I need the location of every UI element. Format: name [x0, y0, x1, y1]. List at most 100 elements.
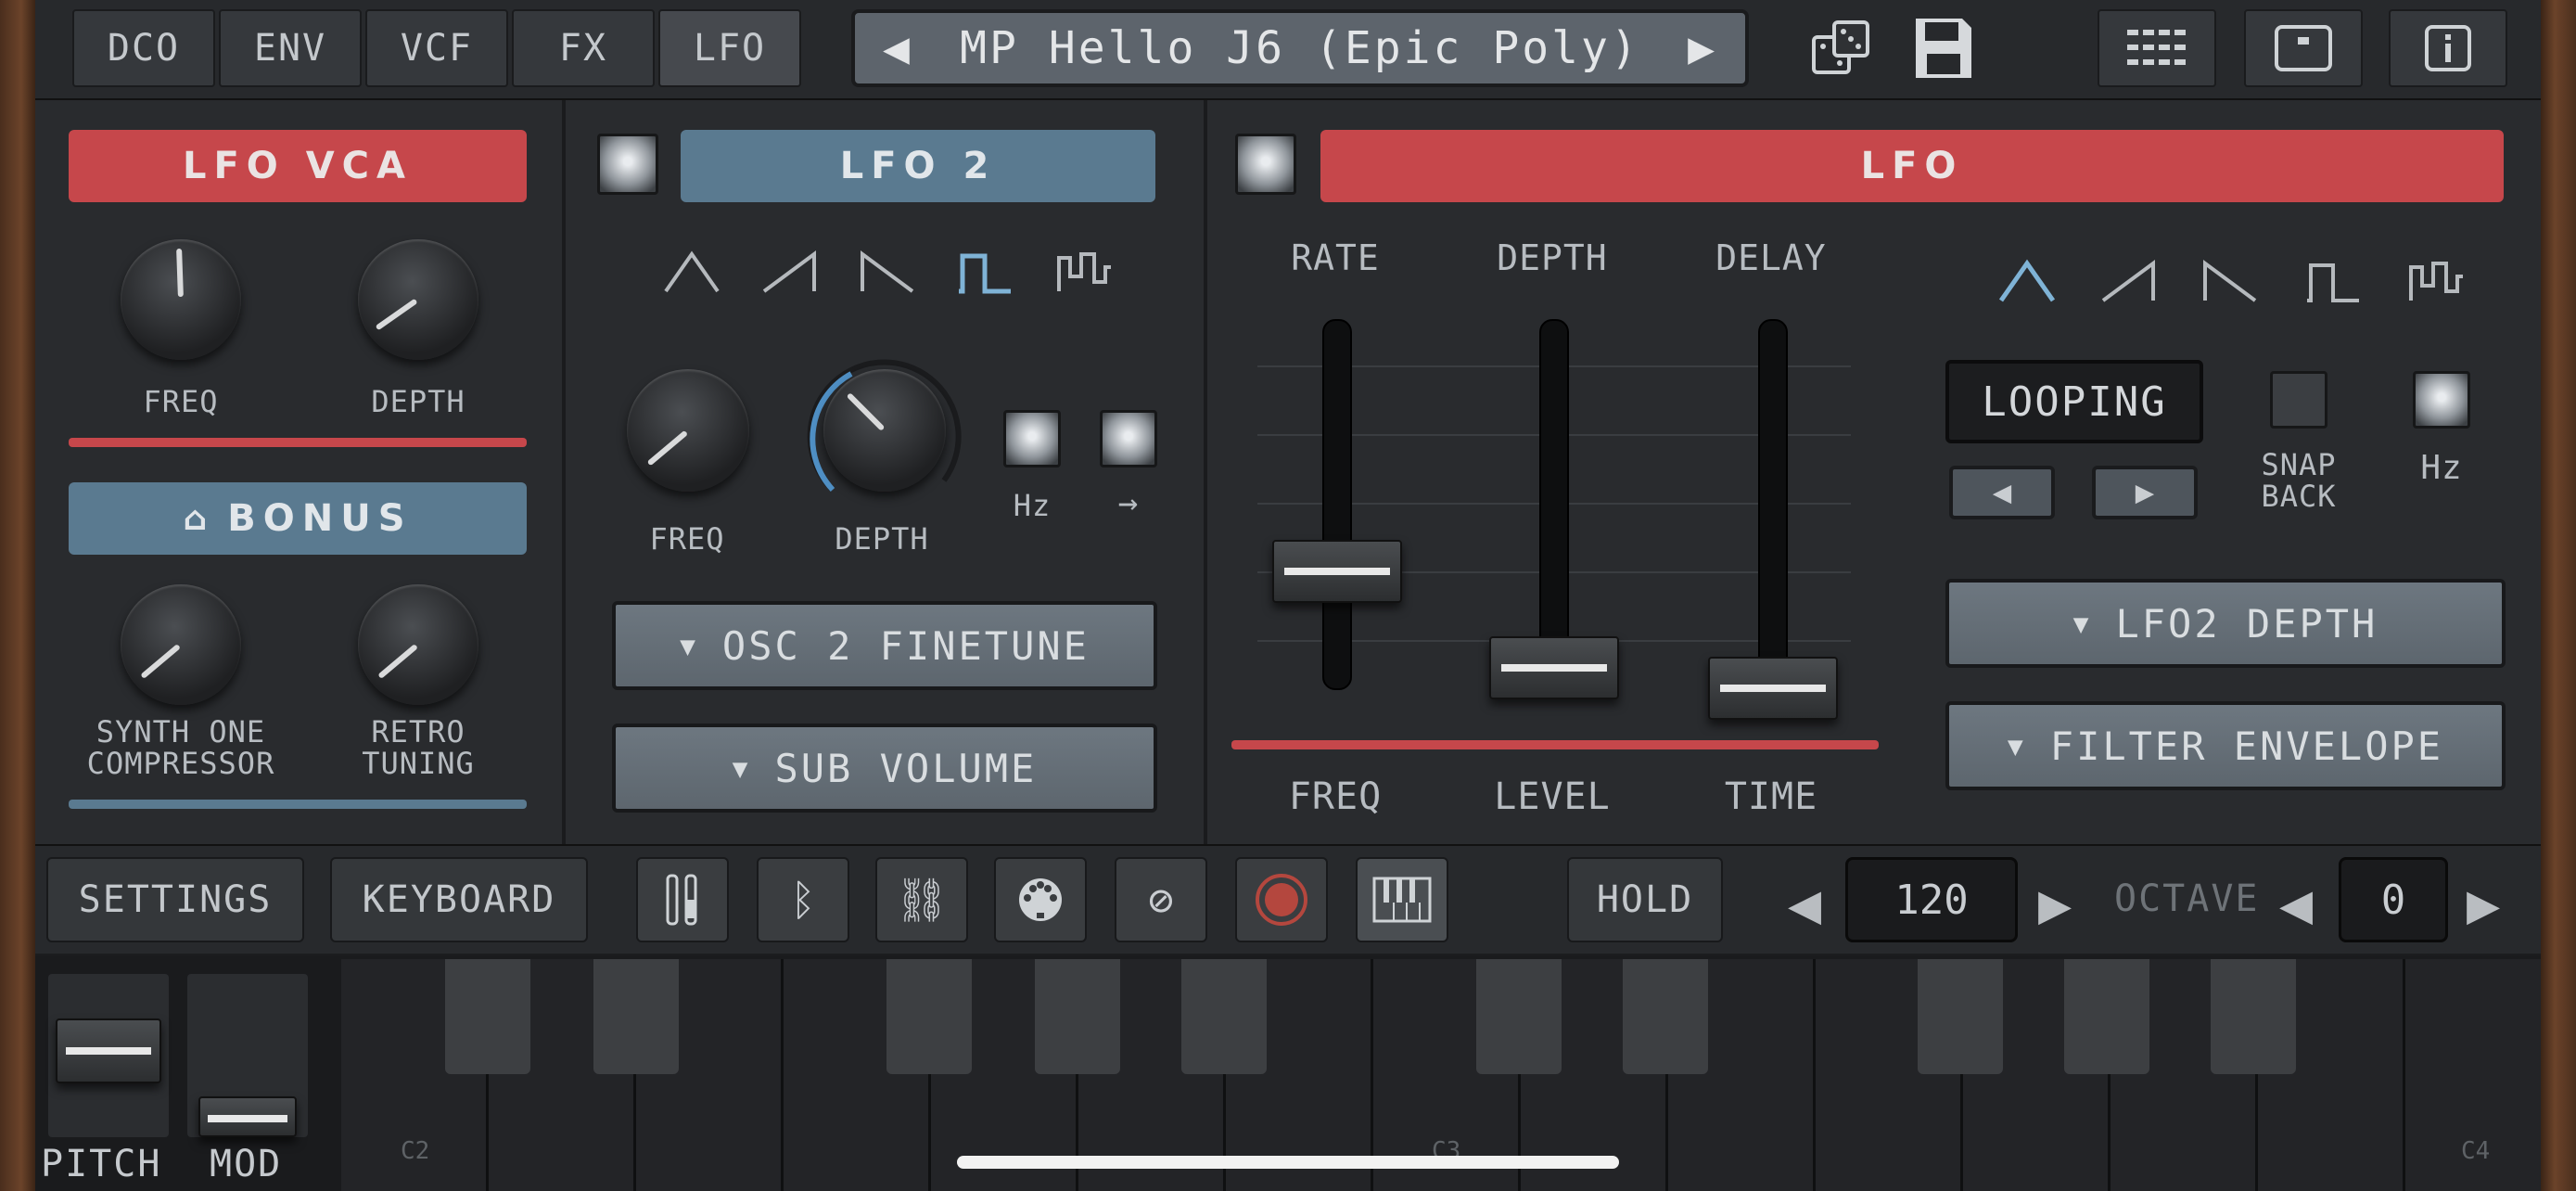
lfo-accent-line [1231, 740, 1879, 749]
tab-dco[interactable]: DCO [72, 9, 215, 87]
caret-right-icon: ▶ [2135, 474, 2155, 511]
lfo-vca-freq-label: FREQ [143, 384, 219, 419]
bluetooth-button[interactable]: ᛒ [757, 857, 849, 942]
bonus-title: ⌂ BONUS [69, 482, 527, 555]
pitch-label: PITCH [41, 1143, 162, 1185]
delay-fader-handle[interactable] [1708, 657, 1838, 720]
lfo-wave-square-icon[interactable] [2305, 258, 2361, 316]
sequencer-button[interactable] [2098, 9, 2216, 87]
lfo-wave-saw-down-icon[interactable] [2201, 258, 2257, 316]
lfo2-sync-toggle[interactable] [1100, 410, 1157, 467]
piano-key-black[interactable] [2211, 959, 2296, 1074]
time-label: TIME [1724, 775, 1818, 818]
tempo-display[interactable]: 120 [1845, 857, 2018, 942]
piano-key-black[interactable] [2064, 959, 2149, 1074]
lfo-enable-toggle[interactable] [1235, 134, 1296, 195]
lfo2-wave-square-icon[interactable] [957, 249, 1013, 307]
lfo2-depth-label: DEPTH [835, 521, 929, 557]
lfo2-wave-saw-up-icon[interactable] [762, 249, 818, 307]
piano-key-black[interactable] [1623, 959, 1708, 1074]
piano-key-black[interactable] [1476, 959, 1562, 1074]
depth-fader-track[interactable] [1539, 319, 1569, 690]
lfo-wave-random-icon[interactable] [2409, 258, 2465, 316]
lfo-destination-2-dropdown[interactable]: ▼ FILTER ENVELOPE [1945, 701, 2506, 790]
mod-wheel-handle[interactable] [198, 1096, 297, 1137]
tab-env[interactable]: ENV [219, 9, 362, 87]
lfo-vca-freq-knob[interactable] [121, 239, 241, 360]
pitchbend-toggle-button[interactable] [636, 857, 729, 942]
stop-icon: ⊘ [1148, 875, 1174, 925]
home-indicator [957, 1156, 1619, 1169]
wood-side-right [2541, 0, 2576, 1191]
tab-fx[interactable]: FX [512, 9, 655, 87]
lfo-mode-prev-button[interactable]: ◀ [1949, 466, 2055, 519]
snap-back-toggle[interactable] [2270, 371, 2327, 429]
piano-key-black[interactable] [445, 959, 530, 1074]
lfo2-hz-label: Hz [1013, 488, 1052, 523]
settings-button[interactable]: SETTINGS [46, 857, 304, 942]
info-button[interactable] [2389, 9, 2507, 87]
lfo-wave-saw-up-icon[interactable] [2101, 258, 2157, 316]
lfo2-wave-triangle-icon[interactable] [664, 249, 720, 307]
caret-left-icon: ◀ [1992, 474, 2012, 511]
pitch-wheel[interactable] [48, 974, 169, 1137]
record-icon [1256, 874, 1307, 926]
mod-wheel[interactable] [187, 974, 308, 1137]
lfo2-freq-knob[interactable] [627, 369, 749, 492]
lfo2-hz-toggle[interactable] [1003, 410, 1061, 467]
lfo2-enable-toggle[interactable] [597, 134, 658, 195]
piano-key-black[interactable] [1918, 959, 2003, 1074]
tempo-increase-icon[interactable]: ▶ [2038, 872, 2072, 937]
piano-key-black[interactable] [593, 959, 679, 1074]
keyboard-view-button[interactable] [1356, 857, 1448, 942]
lfo2-destination-1-dropdown[interactable]: ▼ OSC 2 FINETUNE [612, 601, 1157, 690]
retro-tuning-knob[interactable] [358, 584, 478, 705]
preset-selector[interactable]: ◀ MP Hello J6 (Epic Poly) ▶ [851, 9, 1749, 87]
lfo-wave-triangle-icon[interactable] [1998, 258, 2056, 316]
piano-key-black[interactable] [1181, 959, 1267, 1074]
link-button[interactable]: ⛓ [875, 857, 968, 942]
window-icon [2275, 25, 2332, 71]
octave-display: 0 [2339, 857, 2448, 942]
lfo2-arrow-label: → [1117, 484, 1140, 522]
tab-vcf[interactable]: VCF [365, 9, 508, 87]
octave-up-icon[interactable]: ▶ [2467, 872, 2500, 937]
keyboard-button[interactable]: KEYBOARD [330, 857, 588, 942]
save-icon[interactable] [1912, 15, 1975, 82]
octave-label: OCTAVE [2114, 877, 2260, 920]
lfo2-destination-2-dropdown[interactable]: ▼ SUB VOLUME [612, 724, 1157, 813]
synth-one-compressor-knob[interactable] [121, 584, 241, 705]
lfo-vca-depth-label: DEPTH [371, 384, 465, 419]
tab-lfo[interactable]: LFO [658, 9, 801, 87]
tube-icon: ⌂ [183, 499, 215, 538]
link-icon: ⛓ [894, 874, 950, 925]
panic-button[interactable]: ⊘ [1115, 857, 1207, 942]
piano-key-black[interactable] [886, 959, 972, 1074]
lfo2-wave-saw-down-icon[interactable] [859, 249, 914, 307]
lfo-mode-next-button[interactable]: ▶ [2092, 466, 2198, 519]
rate-fader-handle[interactable] [1272, 540, 1402, 603]
grid-icon [2127, 30, 2186, 65]
hold-button[interactable]: HOLD [1567, 857, 1723, 942]
record-button[interactable] [1235, 857, 1328, 942]
lfo2-depth-knob[interactable] [823, 369, 946, 492]
rate-fader-track[interactable] [1322, 319, 1352, 690]
lfo-destination-1-dropdown[interactable]: ▼ LFO2 DEPTH [1945, 579, 2506, 668]
dropdown-triangle-icon: ▼ [2007, 730, 2026, 762]
piano-key-black[interactable] [1035, 959, 1120, 1074]
pitch-wheel-handle[interactable] [56, 1018, 161, 1083]
preset-next-icon[interactable]: ▶ [1688, 22, 1717, 74]
delay-fader-track[interactable] [1758, 319, 1788, 690]
preset-prev-icon[interactable]: ◀ [883, 22, 912, 74]
lfo-vca-depth-knob[interactable] [358, 239, 478, 360]
depth-fader-handle[interactable] [1489, 636, 1619, 699]
lfo2-wave-random-icon[interactable] [1057, 249, 1113, 307]
lfo-hz-toggle[interactable] [2413, 371, 2470, 429]
tempo-decrease-icon[interactable]: ◀ [1788, 872, 1821, 937]
info-icon [2425, 25, 2471, 71]
octave-down-icon[interactable]: ◀ [2279, 872, 2313, 937]
view-toggle-button[interactable] [2244, 9, 2363, 87]
key-label-c4: C4 [2461, 1137, 2491, 1165]
dice-icon[interactable] [1808, 17, 1875, 83]
midi-button[interactable] [994, 857, 1087, 942]
